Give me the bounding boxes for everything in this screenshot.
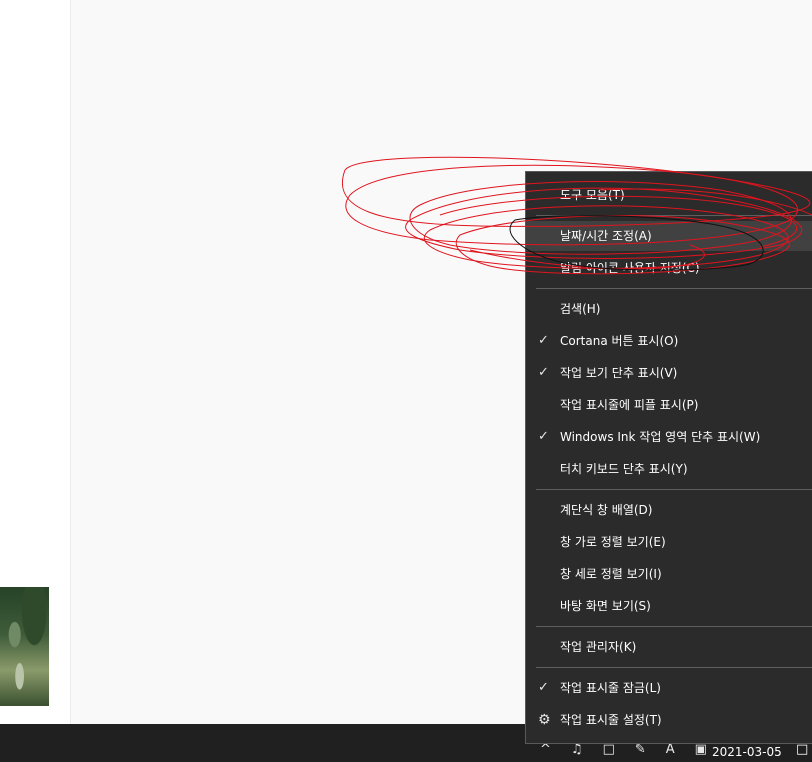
menu-item-label: 터치 키보드 단추 표시(Y) <box>560 462 688 476</box>
menu-item-taskbar-settings[interactable]: ⚙ 작업 표시줄 설정(T) <box>526 705 812 735</box>
menu-item-adjust-date-time[interactable]: 날짜/시간 조정(A) <box>526 221 812 251</box>
taskbar-date[interactable]: 2021-03-05 <box>712 745 782 759</box>
menu-separator <box>536 667 812 668</box>
notification-icon[interactable]: □ <box>796 742 812 757</box>
taskbar-context-menu: 도구 모음(T) 날짜/시간 조정(A) 알림 아이콘 사용자 지정(C) 검색… <box>525 171 812 744</box>
checkmark-icon: ✓ <box>538 680 549 695</box>
menu-item-show-people[interactable]: 작업 표시줄에 피플 표시(P) <box>526 390 812 420</box>
menu-item-show-cortana[interactable]: ✓ Cortana 버튼 표시(O) <box>526 326 812 356</box>
menu-item-label: 알림 아이콘 사용자 지정(C) <box>560 261 700 275</box>
gear-icon: ⚙ <box>538 712 551 728</box>
menu-item-side-by-side-windows[interactable]: 창 세로 정렬 보기(I) <box>526 559 812 589</box>
menu-separator <box>536 215 812 216</box>
menu-separator <box>536 489 812 490</box>
menu-item-label: 창 세로 정렬 보기(I) <box>560 567 662 581</box>
checkmark-icon: ✓ <box>538 429 549 444</box>
menu-item-label: 작업 표시줄에 피플 표시(P) <box>560 398 699 412</box>
checkmark-icon: ✓ <box>538 333 549 348</box>
menu-item-stack-windows[interactable]: 창 가로 정렬 보기(E) <box>526 527 812 557</box>
menu-item-show-task-view[interactable]: ✓ 작업 보기 단추 표시(V) <box>526 358 812 388</box>
menu-item-task-manager[interactable]: 작업 관리자(K) <box>526 632 812 662</box>
menu-separator <box>536 626 812 627</box>
menu-item-show-touch-keyboard[interactable]: 터치 키보드 단추 표시(Y) <box>526 454 812 484</box>
menu-item-show-windows-ink[interactable]: ✓ Windows Ink 작업 영역 단추 표시(W) <box>526 422 812 452</box>
menu-separator <box>536 288 812 289</box>
menu-item-label: 도구 모음(T) <box>560 188 625 202</box>
menu-item-customize-notification-icons[interactable]: 알림 아이콘 사용자 지정(C) <box>526 253 812 283</box>
menu-item-label: Cortana 버튼 표시(O) <box>560 334 679 348</box>
menu-item-label: 창 가로 정렬 보기(E) <box>560 535 666 549</box>
menu-item-label: Windows Ink 작업 영역 단추 표시(W) <box>560 430 761 444</box>
checkmark-icon: ✓ <box>538 365 549 380</box>
menu-item-label: 바탕 화면 보기(S) <box>560 599 651 613</box>
menu-item-cascade-windows[interactable]: 계단식 창 배열(D) <box>526 495 812 525</box>
menu-item-lock-taskbar[interactable]: ✓ 작업 표시줄 잠금(L) <box>526 673 812 703</box>
menu-item-label: 작업 보기 단추 표시(V) <box>560 366 678 380</box>
menu-item-label: 작업 관리자(K) <box>560 640 637 654</box>
menu-item-search[interactable]: 검색(H) <box>526 294 812 324</box>
menu-item-label: 작업 표시줄 설정(T) <box>560 713 662 727</box>
menu-item-label: 검색(H) <box>560 302 601 316</box>
menu-item-label: 날짜/시간 조정(A) <box>560 229 652 243</box>
menu-item-label: 작업 표시줄 잠금(L) <box>560 681 661 695</box>
menu-item-label: 계단식 창 배열(D) <box>560 503 653 517</box>
menu-item-show-desktop[interactable]: 바탕 화면 보기(S) <box>526 591 812 621</box>
photo-thumbnail[interactable] <box>0 587 49 706</box>
menu-item-toolbars[interactable]: 도구 모음(T) <box>526 180 812 210</box>
